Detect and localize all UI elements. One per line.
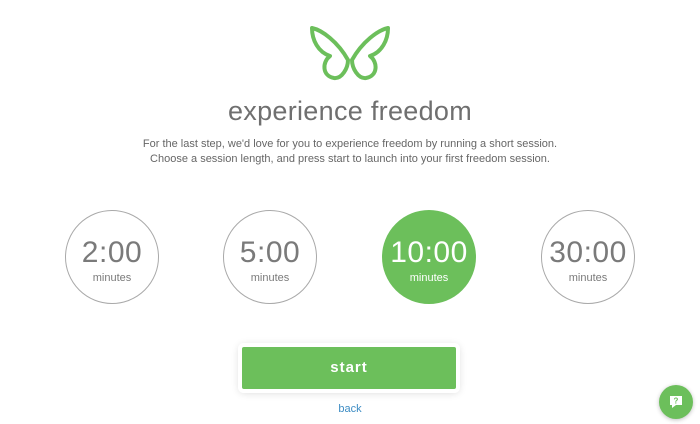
- intro-line-2: Choose a session length, and press start…: [150, 153, 550, 165]
- butterfly-icon: [310, 26, 390, 80]
- session-unit: minutes: [92, 272, 132, 284]
- session-time: 2:00: [81, 236, 143, 269]
- help-chat-icon: ?: [670, 396, 682, 408]
- session-option-5min[interactable]: 5:00 minutes: [223, 210, 317, 304]
- intro-text: For the last step, we'd love for you to …: [0, 137, 700, 167]
- page-title: experience freedom: [227, 96, 473, 126]
- session-unit: minutes: [250, 272, 290, 284]
- session-option-10min[interactable]: 10:00 minutes: [382, 210, 476, 304]
- svg-text:?: ?: [674, 397, 679, 406]
- onboarding-page: experience freedom For the last step, we…: [0, 0, 700, 424]
- session-unit: minutes: [568, 272, 608, 284]
- session-option-30min[interactable]: 30:00 minutes: [541, 210, 635, 304]
- session-option-2min[interactable]: 2:00 minutes: [65, 210, 159, 304]
- help-button[interactable]: ?: [659, 385, 693, 419]
- start-button[interactable]: start: [242, 347, 456, 389]
- intro-line-1: For the last step, we'd love for you to …: [142, 138, 558, 150]
- back-link[interactable]: back: [0, 403, 700, 415]
- session-length-options: 2:00 minutes 5:00 minutes 10:00 minutes …: [0, 210, 700, 310]
- session-time: 10:00: [390, 236, 468, 269]
- session-time: 5:00: [239, 236, 301, 269]
- session-time: 30:00: [549, 236, 627, 269]
- session-unit: minutes: [409, 272, 449, 284]
